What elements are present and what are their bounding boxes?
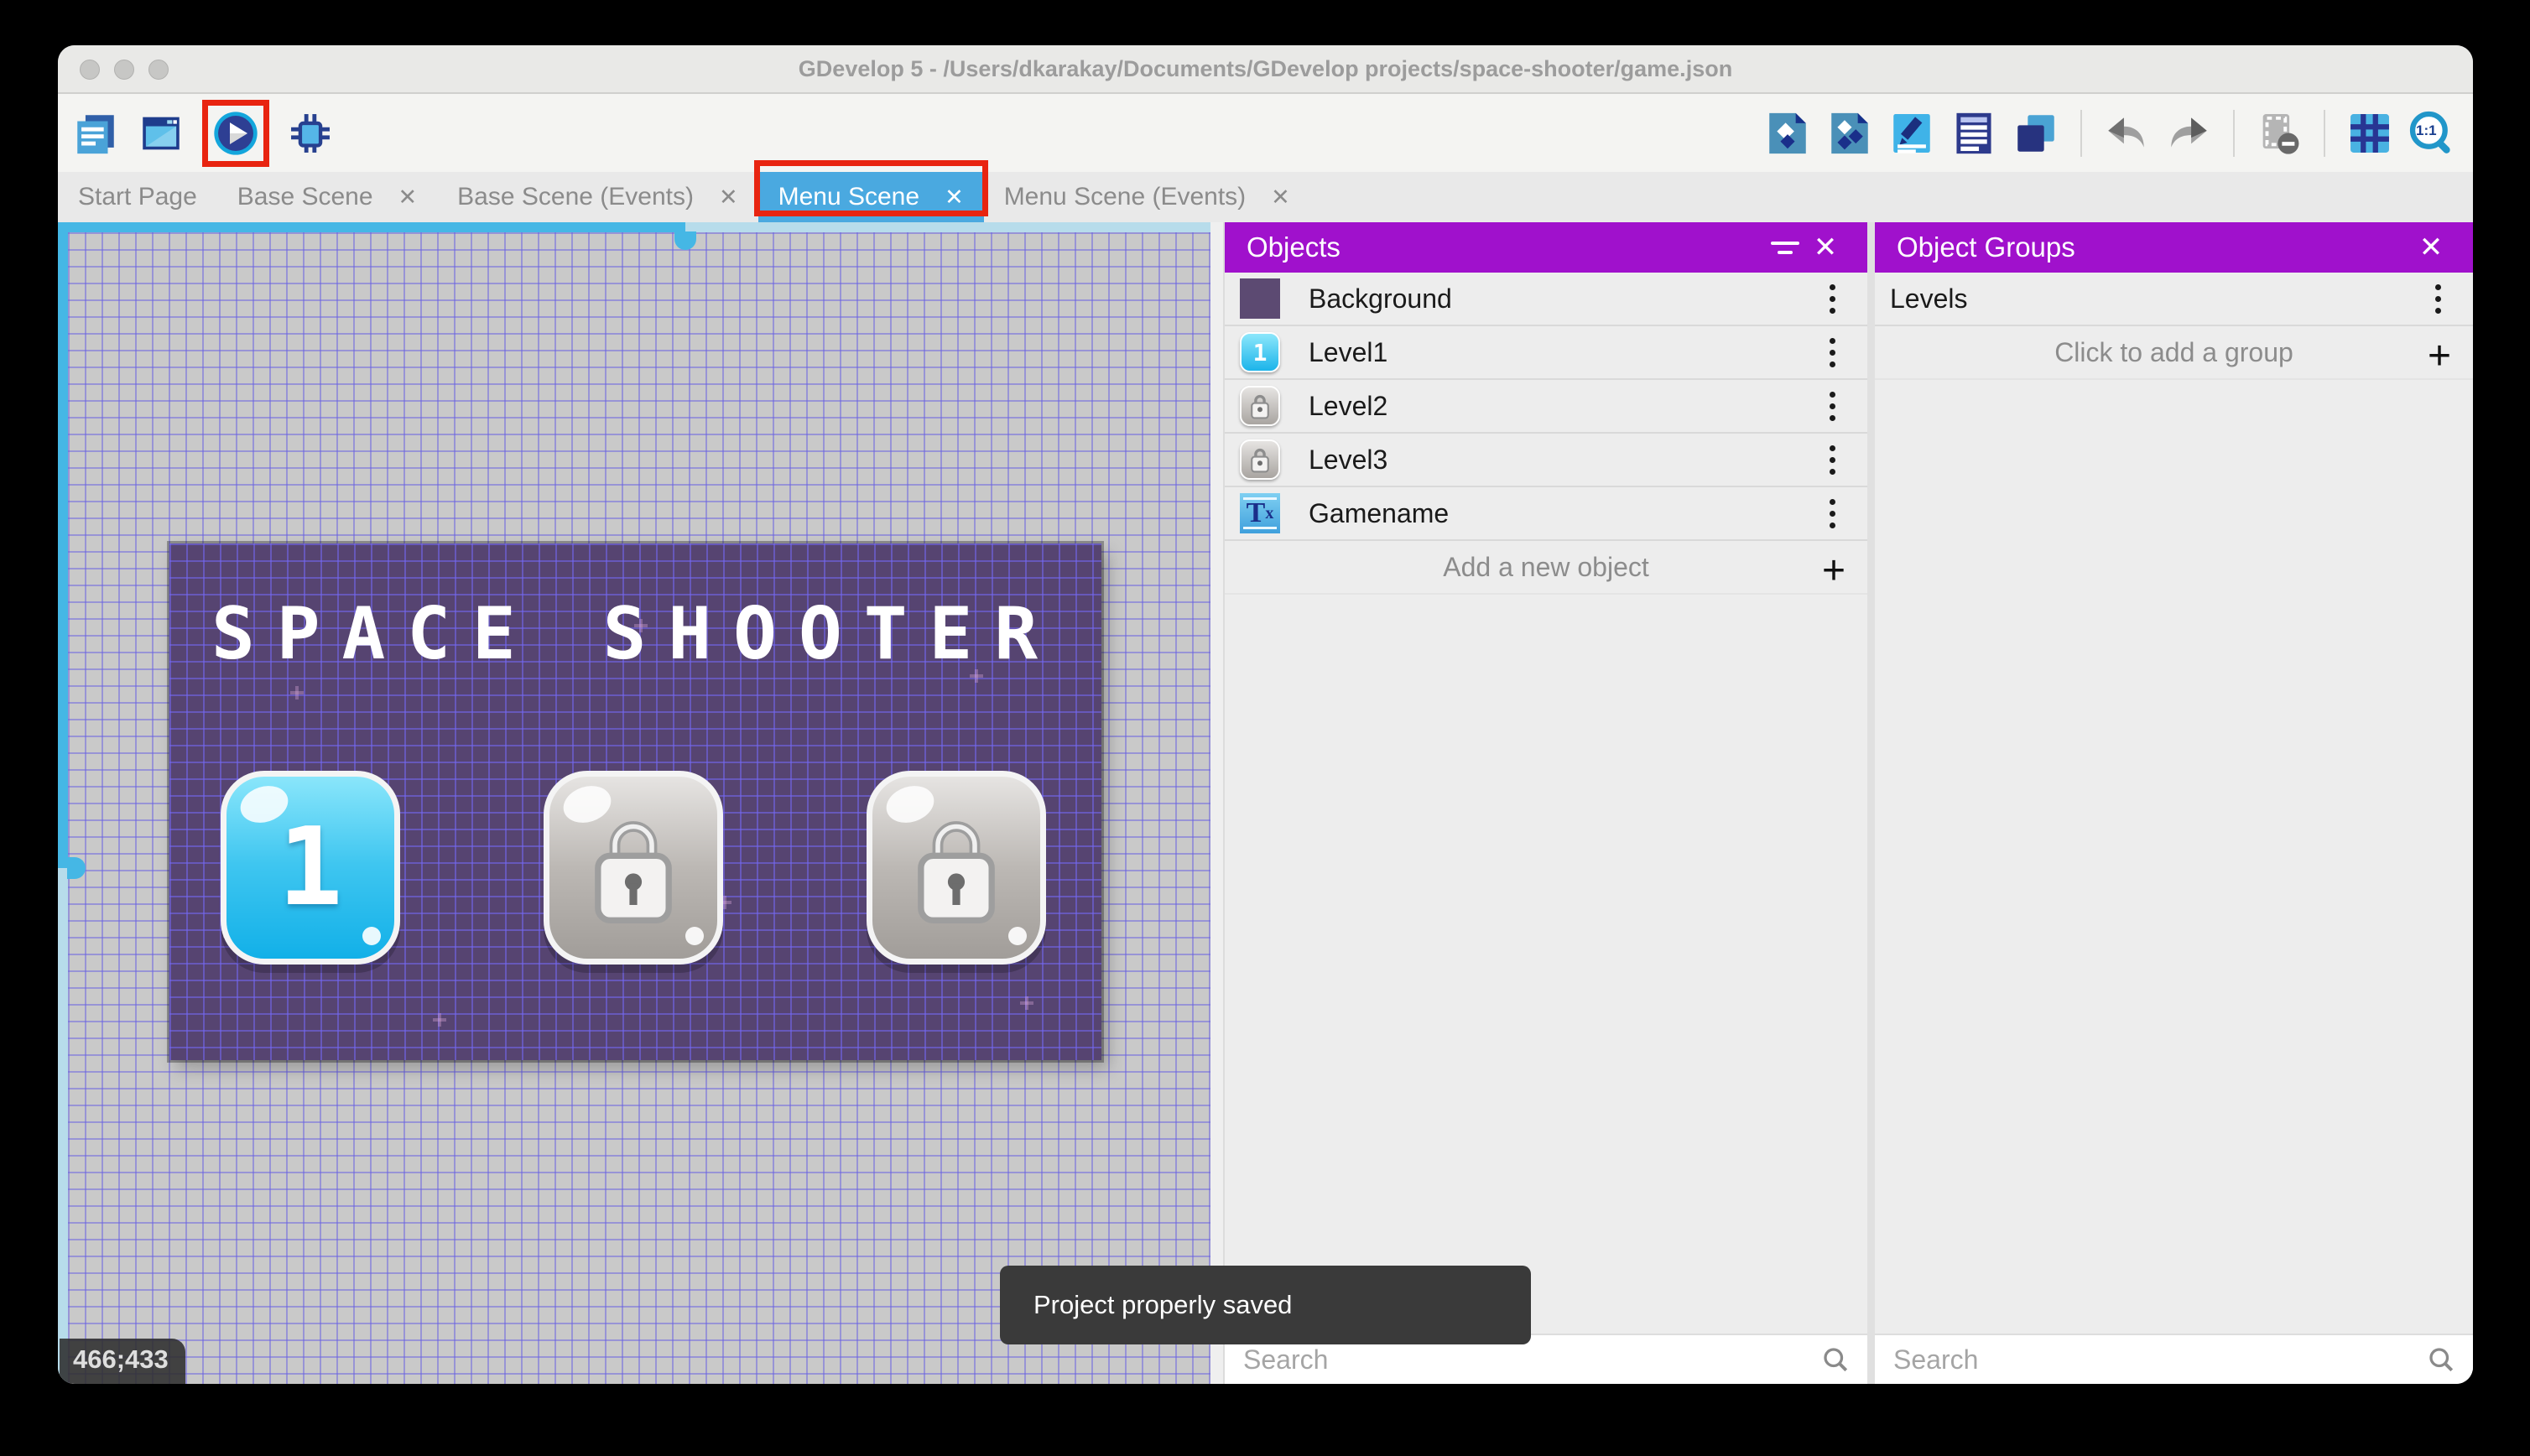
level1-button-instance[interactable]: 1 (221, 771, 400, 965)
scene-preview[interactable]: SPACE SHOOTER 1 (169, 543, 1101, 1060)
close-objects-panel-icon[interactable]: ✕ (1805, 227, 1845, 268)
play-button[interactable] (212, 110, 259, 157)
redo-icon[interactable] (2164, 109, 2213, 158)
object-menu-kebab-icon[interactable] (1812, 332, 1852, 372)
close-tab-icon[interactable]: ✕ (398, 185, 418, 211)
toolbar-right: 1:1 (1763, 109, 2473, 158)
object-menu-kebab-icon[interactable] (1812, 439, 1852, 480)
sparkle-decoration (295, 686, 299, 699)
object-menu-kebab-icon[interactable] (1812, 493, 1852, 533)
level1-object-thumbnail: 1 (1240, 332, 1280, 372)
tab-start-page[interactable]: Start Page (58, 172, 217, 222)
level2-object-thumbnail (1240, 386, 1280, 426)
zoom-window-button[interactable] (148, 60, 169, 80)
toolbar-divider (2233, 110, 2235, 157)
object-groups-panel-header: Object Groups ✕ (1875, 222, 2473, 273)
close-tab-icon[interactable]: ✕ (1271, 185, 1290, 211)
sparkle-decoration (438, 1013, 441, 1027)
game-title-text-instance[interactable]: SPACE SHOOTER (169, 592, 1101, 676)
object-row-level1[interactable]: 1 Level1 (1225, 326, 1867, 380)
object-row-background[interactable]: Background (1225, 273, 1867, 326)
toast-message: Project properly saved (1033, 1290, 1292, 1320)
lock-icon (910, 805, 1002, 931)
open-layers-panel-icon[interactable] (2012, 109, 2060, 158)
object-menu-kebab-icon[interactable] (1812, 386, 1852, 426)
tabbar: Start Page Base Scene ✕ Base Scene (Even… (58, 172, 2473, 222)
play-highlight-box (202, 100, 269, 167)
level3-locked-button-instance[interactable] (867, 771, 1046, 965)
toggle-window-mask-icon[interactable] (2255, 109, 2304, 158)
vertical-scrollbar[interactable] (58, 222, 68, 1384)
titlebar: GDevelop 5 - /Users/dkarakay/Documents/G… (58, 45, 2473, 94)
lock-icon (1249, 445, 1271, 474)
zoom-one-to-one-icon[interactable]: 1:1 (2408, 109, 2456, 158)
undo-icon[interactable] (2102, 109, 2151, 158)
object-groups-panel: Object Groups ✕ Levels Click to add a gr… (1875, 222, 2473, 1384)
groups-search-input[interactable] (1892, 1344, 2426, 1376)
objects-search-input[interactable] (1242, 1344, 1820, 1376)
zoom-ratio-label: 1:1 (2416, 122, 2437, 139)
level2-locked-button-instance[interactable] (544, 771, 723, 965)
objects-panel: Objects ✕ Background 1 Level1 (1223, 222, 1867, 1384)
window-title: GDevelop 5 - /Users/dkarakay/Documents/G… (799, 56, 1732, 82)
minimize-window-button[interactable] (114, 60, 134, 80)
horizontal-scrollbar[interactable] (58, 222, 1210, 232)
toolbar-divider (2080, 110, 2082, 157)
project-manager-icon[interactable] (71, 109, 120, 158)
app-window: GDevelop 5 - /Users/dkarakay/Documents/G… (58, 45, 2473, 1384)
toggle-grid-icon[interactable] (2345, 109, 2394, 158)
plus-icon[interactable]: + (2428, 333, 2451, 379)
object-row-gamename[interactable]: Tx Gamename (1225, 487, 1867, 541)
lock-icon (1249, 392, 1271, 420)
tab-base-scene[interactable]: Base Scene ✕ (217, 172, 437, 222)
toolbar-divider (2324, 110, 2325, 157)
open-instances-list-panel-icon[interactable] (1950, 109, 1998, 158)
traffic-lights (80, 60, 169, 80)
tab-menu-scene[interactable]: Menu Scene ✕ (758, 172, 984, 222)
add-new-object-button[interactable]: Add a new object + (1225, 541, 1867, 595)
text-object-thumbnail: Tx (1240, 493, 1280, 533)
search-icon (2426, 1344, 2456, 1375)
object-groups-panel-title: Object Groups (1897, 231, 2075, 263)
add-group-button[interactable]: Click to add a group + (1875, 326, 2473, 380)
search-icon (1820, 1344, 1851, 1375)
toolbar-left (58, 100, 335, 167)
object-menu-kebab-icon[interactable] (1812, 278, 1852, 319)
background-object-thumbnail (1240, 278, 1280, 319)
debugger-icon[interactable] (286, 109, 335, 158)
close-window-button[interactable] (80, 60, 100, 80)
open-objects-panel-icon[interactable] (1763, 109, 1812, 158)
filter-icon[interactable] (1765, 227, 1805, 268)
sparkle-decoration (723, 896, 726, 909)
open-object-groups-panel-icon[interactable] (1825, 109, 1874, 158)
cursor-coordinates-badge: 466;433 (60, 1339, 185, 1384)
object-row-level3[interactable]: Level3 (1225, 434, 1867, 487)
save-toast: Project properly saved (1000, 1266, 1531, 1344)
objects-panel-header: Objects ✕ (1225, 222, 1867, 273)
lock-icon (587, 805, 679, 931)
plus-icon[interactable]: + (1822, 548, 1845, 594)
groups-search-bar (1875, 1334, 2473, 1384)
close-object-groups-panel-icon[interactable]: ✕ (2411, 227, 2451, 268)
tab-base-scene-events[interactable]: Base Scene (Events) ✕ (437, 172, 757, 222)
level3-object-thumbnail (1240, 439, 1280, 480)
toolbar: 1:1 (58, 94, 2473, 172)
tab-menu-scene-events[interactable]: Menu Scene (Events) ✕ (984, 172, 1310, 222)
objects-panel-title: Objects (1247, 231, 1340, 263)
sparkle-decoration (1025, 996, 1028, 1010)
scene-window-icon[interactable] (137, 109, 185, 158)
open-properties-panel-icon[interactable] (1887, 109, 1936, 158)
close-tab-icon[interactable]: ✕ (945, 185, 964, 211)
close-tab-icon[interactable]: ✕ (719, 185, 738, 211)
group-row-levels[interactable]: Levels (1875, 273, 2473, 326)
scene-editor-canvas[interactable]: SPACE SHOOTER 1 (58, 222, 1223, 1384)
group-menu-kebab-icon[interactable] (2418, 278, 2458, 319)
object-row-level2[interactable]: Level2 (1225, 380, 1867, 434)
panel-divider[interactable] (1867, 222, 1875, 1384)
main-content: SPACE SHOOTER 1 (58, 222, 2473, 1384)
